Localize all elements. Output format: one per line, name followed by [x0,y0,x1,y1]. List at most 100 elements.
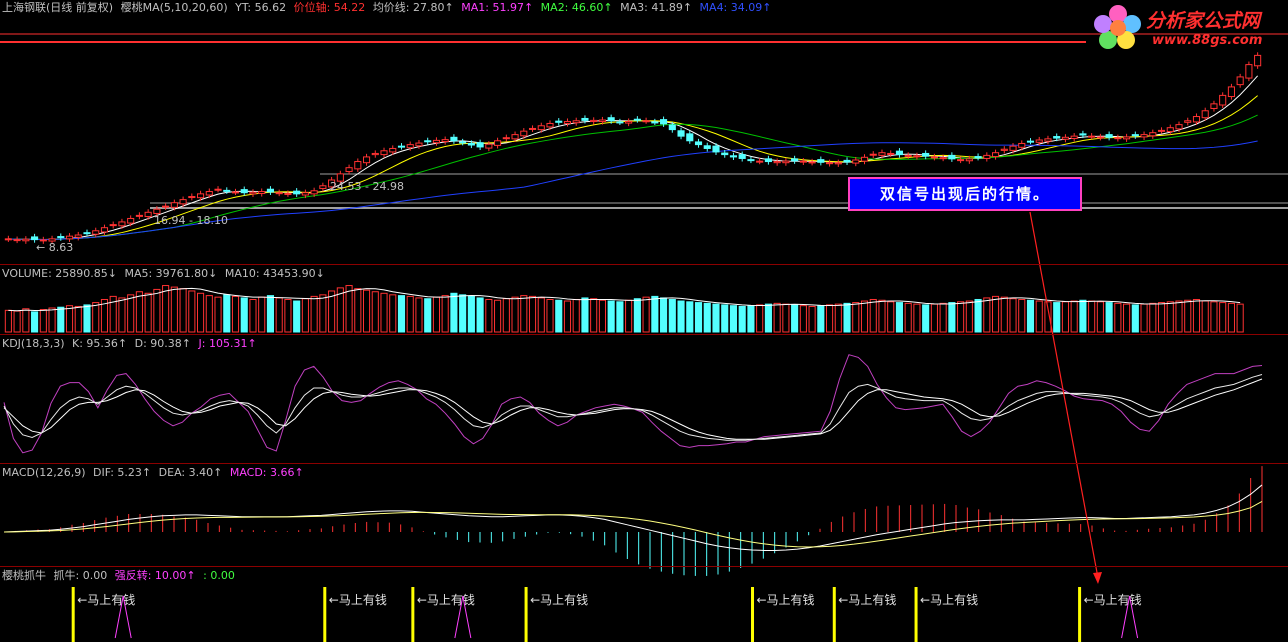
volume-bar [266,295,275,333]
volume-bar [1157,302,1166,333]
ma2-value: MA2: 46.60↑ [540,1,613,14]
candle-body [1070,135,1078,139]
volume-bar [721,304,729,333]
candle-body [92,230,100,235]
volume-bar [293,300,301,333]
volume-bar [406,295,414,333]
signal-marker-label: ←马上有钱 [838,593,897,607]
volume-bar [31,311,39,333]
candle-body [301,192,309,196]
candle-body [694,141,703,146]
logo-url: www.88gs.com [1152,33,1263,48]
volume-bar [170,286,178,333]
candle-body [581,117,589,121]
candle-body [520,130,528,137]
kdj-j: J: 105.31↑ [198,337,257,350]
signal-extra: : 0.00 [203,569,235,582]
volume-bar [494,299,502,333]
signal-marker-label: ←马上有钱 [416,593,475,607]
volume-bar [965,300,973,333]
signal-bar [914,587,918,642]
candle-body [293,190,301,195]
candle-body [406,144,414,149]
candle-body [1053,136,1061,139]
volume-bar [179,288,187,333]
volume-bar [1061,301,1069,333]
candle-body [362,156,371,164]
volume-bar [39,309,47,333]
candle-body [485,143,493,149]
signal-bar [411,587,415,642]
volume-bar [1026,299,1035,333]
signal-bar [751,587,755,642]
candle-body [22,238,30,242]
volume-ma5: MA5: 39761.80↓ [124,267,218,280]
candle-body [1018,142,1026,148]
volume-bar [301,298,309,333]
volume-bar [773,302,781,333]
candle-body [197,193,205,199]
volume-bar [362,289,371,333]
candle-body [266,188,275,193]
candle-body [13,239,21,242]
volume-bar [686,301,694,333]
volume-bar [607,300,615,333]
volume-bar [397,295,406,333]
candle-body [625,121,633,124]
candle-body [188,196,196,199]
candle-body [1044,138,1052,142]
volume-bar [467,295,475,333]
candle-body [616,121,624,124]
volume-bar [904,302,912,333]
candle-body [459,141,467,144]
candle-body [109,224,117,227]
candle-body [913,155,921,158]
volume-bar [459,294,467,333]
candle-body [494,140,502,146]
candle-body [1175,124,1183,130]
volume-kdj-separator [0,334,1288,335]
annotation-arrow [1029,211,1099,579]
signal-bar [1078,587,1082,642]
candle-body [467,142,475,146]
candle-body [983,154,991,159]
volume-bar [258,296,266,333]
volume-bar [1192,298,1201,333]
kdj-d: D: 90.38↑ [134,337,192,350]
candle-body [415,142,423,147]
volume-bar [389,294,397,333]
logo-title: 分析家公式网 [1146,10,1261,32]
macd-signal-separator [0,566,1288,567]
volume-bar [983,297,991,333]
candle-body [74,234,82,238]
volume-ma10: MA10: 43453.90↓ [224,267,325,280]
volume-bar [782,303,790,333]
volume-bar [310,295,318,333]
candle-body [764,158,772,163]
candle-body [686,133,694,142]
kdj-macd-separator [0,463,1288,464]
signal-marker-label: ←马上有钱 [530,593,589,607]
volume-bar [677,300,685,333]
candle-body [799,160,807,163]
kdj-k: K: 95.36↑ [72,337,128,350]
ma1-value: MA1: 51.97↑ [461,1,534,14]
volume-bar [799,305,807,333]
candle-body [57,236,65,239]
signal-marker-label: ←马上有钱 [920,593,979,607]
volume-bar [1114,302,1122,333]
volume-bar [441,295,449,333]
volume-value: VOLUME: 25890.85↓ [2,267,117,280]
volume-bar [22,308,30,333]
volume-bar [485,298,493,333]
candle-body [642,120,650,123]
signal-bar [524,587,528,642]
candle-body [528,127,537,130]
volume-bar [4,309,12,333]
volume-bar [520,295,528,333]
signal-qiangfan: 强反转: 10.00↑ [114,569,196,582]
volume-bar [1210,301,1218,333]
macd-value: MACD: 3.66↑ [229,466,304,479]
candle-body [904,154,912,157]
candle-body [31,236,39,241]
